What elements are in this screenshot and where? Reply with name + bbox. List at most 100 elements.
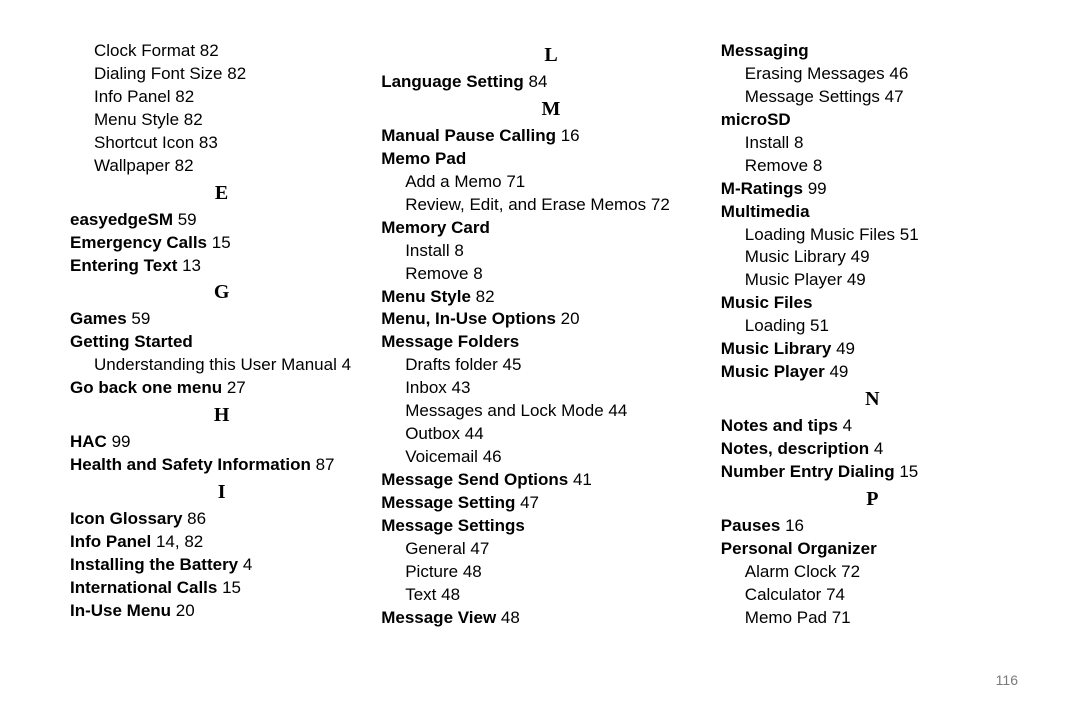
- index-term: Memory Card: [381, 218, 490, 237]
- index-page-ref: 48: [496, 608, 520, 627]
- index-page-ref: 44: [604, 401, 628, 420]
- index-term: Message View: [381, 608, 496, 627]
- index-entry: Installing the Battery 4: [70, 554, 373, 577]
- index-subterm: Clock Format: [94, 41, 195, 60]
- index-page-ref: 49: [846, 247, 870, 266]
- index-page-ref: 49: [842, 270, 866, 289]
- index-term: Personal Organizer: [721, 539, 877, 558]
- index-subentry: Loading Music Files 51: [721, 224, 1024, 247]
- index-subterm: Message Settings: [745, 87, 880, 106]
- index-subentry: Inbox 43: [381, 377, 721, 400]
- index-page-ref: 48: [458, 562, 482, 581]
- index-subterm: Alarm Clock: [745, 562, 837, 581]
- index-page-ref: 99: [107, 432, 131, 451]
- index-page-ref: 20: [556, 309, 580, 328]
- index-subentry: Menu Style 82: [70, 109, 373, 132]
- index-page-ref: 43: [447, 378, 471, 397]
- index-subentry: Calculator 74: [721, 584, 1024, 607]
- index-page-ref: 46: [885, 64, 909, 83]
- index-page-ref: 47: [515, 493, 539, 512]
- index-entry: Go back one menu 27: [70, 377, 373, 400]
- section-letter: G: [70, 279, 373, 306]
- index-entry: Message Setting 47: [381, 492, 721, 515]
- index-entry: Message Settings: [381, 515, 721, 538]
- index-term: Music Files: [721, 293, 813, 312]
- index-page-ref: 82: [170, 156, 194, 175]
- index-page-ref: 15: [217, 578, 241, 597]
- index-subterm: Shortcut Icon: [94, 133, 194, 152]
- index-term: Memo Pad: [381, 149, 466, 168]
- index-subentry: Messages and Lock Mode 44: [381, 400, 721, 423]
- index-subterm: Review, Edit, and Erase Memos: [405, 195, 646, 214]
- index-page-ref: 82: [471, 287, 495, 306]
- index-subterm: Drafts folder: [405, 355, 498, 374]
- index-page-ref: 82: [179, 110, 203, 129]
- index-subterm: Wallpaper: [94, 156, 170, 175]
- index-subterm: Calculator: [745, 585, 822, 604]
- index-term: Icon Glossary: [70, 509, 182, 528]
- index-subentry: Alarm Clock 72: [721, 561, 1024, 584]
- index-page-ref: 16: [556, 126, 580, 145]
- index-term: Message Send Options: [381, 470, 568, 489]
- index-page: Clock Format 82Dialing Font Size 82Info …: [0, 0, 1080, 720]
- index-page-ref: 84: [524, 72, 548, 91]
- index-page-ref: 47: [880, 87, 904, 106]
- index-term: Menu, In-Use Options: [381, 309, 556, 328]
- index-entry: Games 59: [70, 308, 373, 331]
- index-subterm: Memo Pad: [745, 608, 827, 627]
- index-subentry: Music Library 49: [721, 246, 1024, 269]
- index-entry: microSD: [721, 109, 1024, 132]
- index-page-ref: 82: [223, 64, 247, 83]
- section-letter: P: [721, 486, 1024, 513]
- index-page-ref: 51: [805, 316, 829, 335]
- index-page-ref: 20: [171, 601, 195, 620]
- index-subentry: Wallpaper 82: [70, 155, 373, 178]
- index-entry: Menu, In-Use Options 20: [381, 308, 721, 331]
- page-number: 116: [70, 671, 1024, 690]
- index-page-ref: 86: [182, 509, 206, 528]
- index-term: Pauses: [721, 516, 781, 535]
- index-page-ref: 71: [502, 172, 526, 191]
- index-term: Entering Text: [70, 256, 177, 275]
- index-subentry: Review, Edit, and Erase Memos 72: [381, 194, 721, 217]
- index-term: Number Entry Dialing: [721, 462, 895, 481]
- index-entry: Notes and tips 4: [721, 415, 1024, 438]
- index-entry: In-Use Menu 20: [70, 600, 373, 623]
- index-subterm: General: [405, 539, 465, 558]
- index-term: Music Player: [721, 362, 825, 381]
- index-page-ref: 4: [869, 439, 883, 458]
- index-subterm: Voicemail: [405, 447, 478, 466]
- index-entry: Music Library 49: [721, 338, 1024, 361]
- index-page-ref: 82: [195, 41, 219, 60]
- section-letter: E: [70, 180, 373, 207]
- index-subterm: Dialing Font Size: [94, 64, 223, 83]
- index-subterm: Understanding this User Manual: [94, 355, 337, 374]
- index-entry: Personal Organizer: [721, 538, 1024, 561]
- index-subentry: Message Settings 47: [721, 86, 1024, 109]
- index-subterm: Music Library: [745, 247, 846, 266]
- index-term: Multimedia: [721, 202, 810, 221]
- index-term: Menu Style: [381, 287, 471, 306]
- index-page-ref: 83: [194, 133, 218, 152]
- index-subentry: Info Panel 82: [70, 86, 373, 109]
- index-entry: M-Ratings 99: [721, 178, 1024, 201]
- index-entry: Health and Safety Information 87: [70, 454, 373, 477]
- index-page-ref: 8: [469, 264, 483, 283]
- index-subentry: Drafts folder 45: [381, 354, 721, 377]
- index-subentry: Dialing Font Size 82: [70, 63, 373, 86]
- index-page-ref: 72: [836, 562, 860, 581]
- index-subterm: Text: [405, 585, 436, 604]
- index-entry: Memory Card: [381, 217, 721, 240]
- index-term: Manual Pause Calling: [381, 126, 556, 145]
- index-subentry: Erasing Messages 46: [721, 63, 1024, 86]
- index-subterm: Info Panel: [94, 87, 171, 106]
- index-subentry: General 47: [381, 538, 721, 561]
- index-subentry: Remove 8: [721, 155, 1024, 178]
- index-entry: Menu Style 82: [381, 286, 721, 309]
- index-subterm: Install: [405, 241, 449, 260]
- index-subentry: Shortcut Icon 83: [70, 132, 373, 155]
- index-subentry: Add a Memo 71: [381, 171, 721, 194]
- index-subterm: Install: [745, 133, 789, 152]
- index-subterm: Menu Style: [94, 110, 179, 129]
- index-subentry: Remove 8: [381, 263, 721, 286]
